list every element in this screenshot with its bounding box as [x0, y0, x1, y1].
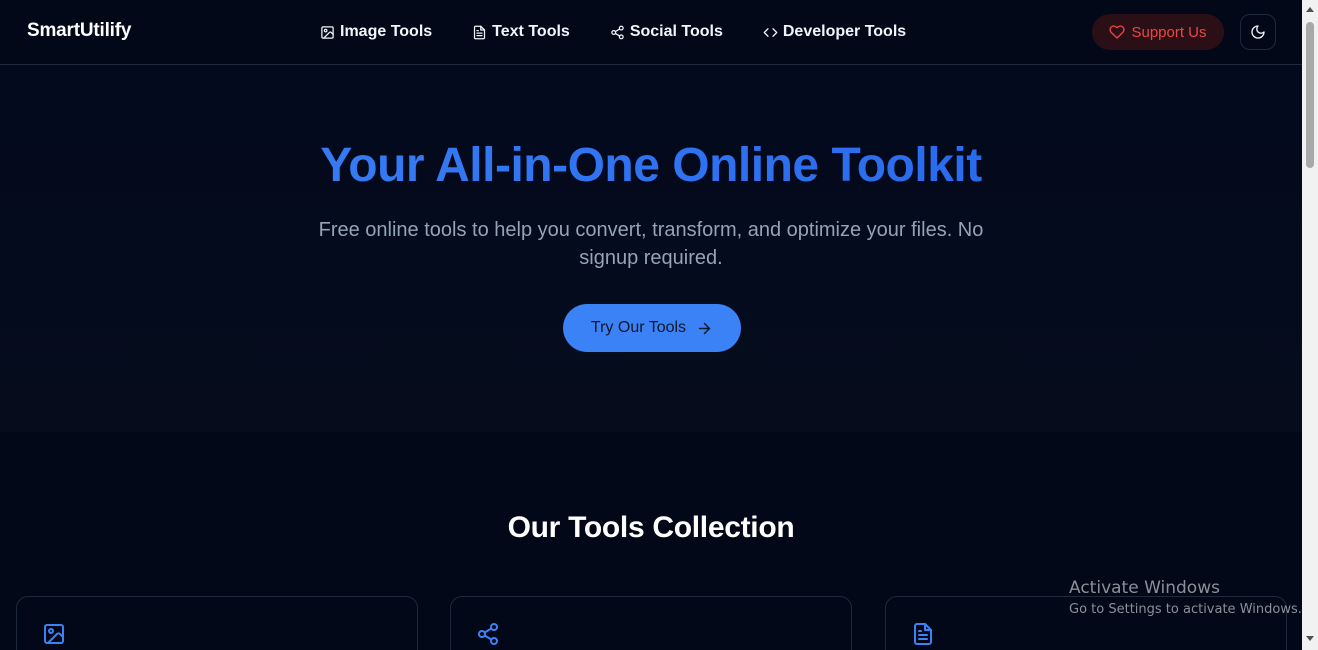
- nav-image-tools-label: Image Tools: [340, 23, 433, 40]
- try-our-tools-button[interactable]: Try Our Tools: [563, 304, 741, 352]
- heart-icon: [1109, 25, 1126, 39]
- file-text-icon: [914, 623, 932, 645]
- tool-card-image[interactable]: [16, 596, 418, 650]
- code-icon: [763, 27, 778, 37]
- theme-toggle-button[interactable]: [1240, 14, 1276, 50]
- tool-card-social[interactable]: [450, 596, 852, 650]
- vertical-scrollbar[interactable]: [1302, 0, 1318, 650]
- arrow-right-icon: [698, 322, 711, 334]
- nav-developer-tools-label: Developer Tools: [782, 23, 907, 40]
- hero-subtitle: Free online tools to help you convert, t…: [318, 219, 984, 269]
- scrollbar-thumb[interactable]: [1306, 22, 1314, 168]
- nav-text-tools[interactable]: Text Tools: [472, 23, 570, 41]
- moon-icon: [1251, 25, 1265, 39]
- watermark-subtitle: Go to Settings to activate Windows.: [1069, 602, 1302, 617]
- nav-image-tools[interactable]: Image Tools: [320, 23, 432, 41]
- nav-social-tools[interactable]: Social Tools: [610, 23, 723, 41]
- watermark-title: Activate Windows: [1069, 578, 1220, 598]
- hero-title: Your All-in-One Online Toolkit: [0, 138, 1302, 193]
- share-icon: [478, 623, 498, 645]
- image-icon: [321, 25, 334, 39]
- page: SmartUtilify Image Tools Text Tools Soci…: [0, 0, 1302, 650]
- scroll-down-arrow-icon[interactable]: [1306, 636, 1314, 641]
- support-us-button[interactable]: Support Us: [1092, 14, 1224, 50]
- support-us-label: Support Us: [1131, 23, 1207, 41]
- nav-text-tools-label: Text Tools: [492, 23, 570, 40]
- top-navbar: SmartUtilify Image Tools Text Tools Soci…: [0, 0, 1302, 65]
- tools-section-title: Our Tools Collection: [507, 511, 795, 544]
- main-nav: Image Tools Text Tools Social Tools Deve…: [320, 0, 946, 64]
- image-icon: [44, 624, 64, 644]
- nav-social-tools-label: Social Tools: [629, 23, 723, 40]
- share-icon: [611, 25, 624, 39]
- scroll-up-arrow-icon[interactable]: [1306, 7, 1314, 12]
- brand-logo[interactable]: SmartUtilify: [27, 20, 131, 42]
- activate-windows-watermark: Activate Windows Go to Settings to activ…: [1069, 578, 1302, 617]
- nav-developer-tools[interactable]: Developer Tools: [763, 23, 906, 41]
- file-text-icon: [474, 25, 486, 39]
- try-our-tools-label: Try Our Tools: [590, 319, 687, 336]
- hero-section: Your All-in-One Online Toolkit Free onli…: [0, 65, 1302, 432]
